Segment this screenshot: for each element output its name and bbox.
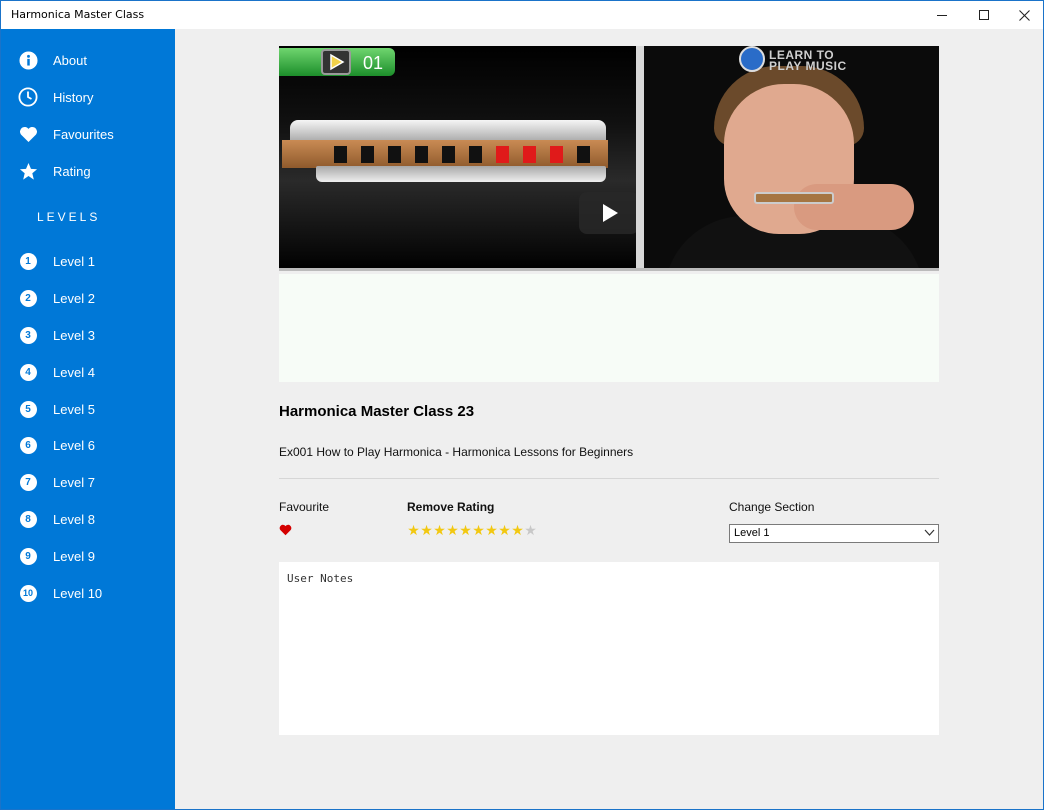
play-button[interactable]: [579, 192, 639, 234]
rating-star-icon[interactable]: ★: [524, 523, 537, 537]
learn-to-play-music-logo: LEARN TO PLAY MUSIC: [739, 46, 879, 72]
heart-icon: [279, 524, 292, 536]
rating-star-icon[interactable]: ★: [498, 523, 511, 537]
sidebar-item-level-7[interactable]: 7 Level 7: [1, 465, 175, 499]
sidebar-item-label: Level 3: [53, 328, 95, 343]
counter-play-icon: [321, 49, 351, 75]
sidebar-item-level-1[interactable]: 1 Level 1: [1, 244, 175, 278]
rating-stars[interactable]: ★ ★ ★ ★ ★ ★ ★ ★ ★ ★: [407, 523, 537, 537]
sidebar-item-level-5[interactable]: 5 Level 5: [1, 392, 175, 426]
video-left-pane: 01: [279, 46, 639, 271]
remove-rating-button[interactable]: Remove Rating: [407, 500, 494, 514]
minimize-button[interactable]: [919, 1, 965, 29]
minimize-icon: [937, 15, 947, 16]
sidebar-item-history[interactable]: History: [1, 80, 175, 114]
sidebar-item-level-6[interactable]: 6 Level 6: [1, 428, 175, 462]
rating-star-icon[interactable]: ★: [420, 523, 433, 537]
rating-star-icon[interactable]: ★: [446, 523, 459, 537]
favourite-toggle[interactable]: [279, 523, 292, 541]
clock-icon: [18, 87, 38, 107]
sidebar-item-label: Level 5: [53, 402, 95, 417]
sidebar-item-level-3[interactable]: 3 Level 3: [1, 318, 175, 352]
sidebar: About History Favourites Rating LEVELS 1…: [1, 29, 175, 809]
sidebar-item-label: Level 8: [53, 512, 95, 527]
video-right-pane: LEARN TO PLAY MUSIC: [644, 46, 939, 271]
lesson-description: Ex001 How to Play Harmonica - Harmonica …: [279, 445, 634, 459]
lesson-counter: 01: [279, 48, 395, 76]
user-notes-input[interactable]: [279, 562, 939, 735]
levels-heading: LEVELS: [37, 210, 101, 224]
sidebar-item-level-4[interactable]: 4 Level 4: [1, 355, 175, 389]
sidebar-item-rating[interactable]: Rating: [1, 154, 175, 188]
rating-star-icon[interactable]: ★: [433, 523, 446, 537]
sidebar-item-label: Level 1: [53, 254, 95, 269]
number-2-icon: 2: [18, 288, 38, 308]
rating-star-icon[interactable]: ★: [407, 523, 420, 537]
rating-star-icon[interactable]: ★: [472, 523, 485, 537]
harmonica-graphic: [282, 120, 610, 184]
sidebar-item-label: Level 2: [53, 291, 95, 306]
number-8-icon: 8: [18, 509, 38, 529]
number-6-icon: 6: [18, 435, 38, 455]
sidebar-item-about[interactable]: About: [1, 43, 175, 77]
presenter-image: [664, 66, 924, 271]
number-9-icon: 9: [18, 546, 38, 566]
info-icon: [18, 50, 38, 70]
sidebar-item-level-9[interactable]: 9 Level 9: [1, 539, 175, 573]
section-select[interactable]: Level 1: [729, 524, 939, 543]
section-select-value: Level 1: [734, 527, 770, 539]
sidebar-item-label: Level 4: [53, 365, 95, 380]
app-window: Harmonica Master Class About History Fav…: [0, 0, 1044, 810]
rating-star-icon[interactable]: ★: [511, 523, 524, 537]
number-10-icon: 10: [18, 583, 38, 603]
sidebar-item-label: Rating: [53, 164, 91, 179]
heart-icon: [18, 124, 38, 144]
sidebar-item-level-2[interactable]: 2 Level 2: [1, 281, 175, 315]
number-7-icon: 7: [18, 472, 38, 492]
lesson-title: Harmonica Master Class 23: [279, 403, 475, 420]
divider: [279, 478, 939, 479]
sidebar-item-level-10[interactable]: 10 Level 10: [1, 576, 175, 610]
title-bar: Harmonica Master Class: [1, 1, 1043, 29]
sidebar-item-label: Level 7: [53, 475, 95, 490]
rating-star-icon[interactable]: ★: [459, 523, 472, 537]
chevron-down-icon: [924, 527, 935, 541]
close-button[interactable]: [1001, 1, 1043, 29]
sidebar-item-label: History: [53, 90, 94, 105]
favourite-label: Favourite: [279, 500, 330, 514]
sidebar-item-label: Level 9: [53, 549, 95, 564]
sidebar-item-level-8[interactable]: 8 Level 8: [1, 502, 175, 536]
play-icon: [603, 204, 618, 222]
change-section-label: Change Section: [729, 500, 815, 514]
number-5-icon: 5: [18, 399, 38, 419]
sidebar-item-label: About: [53, 53, 87, 68]
sidebar-item-label: Level 10: [53, 586, 103, 601]
maximize-icon: [979, 10, 989, 20]
video-player[interactable]: 01 LEARN TO PLAY MUSIC: [279, 46, 939, 271]
number-4-icon: 4: [18, 362, 38, 382]
star-icon: [18, 161, 38, 181]
sidebar-item-label: Favourites: [53, 127, 114, 142]
number-1-icon: 1: [18, 251, 38, 271]
close-icon: [1018, 9, 1030, 21]
counter-number: 01: [363, 53, 384, 73]
sidebar-item-favourites[interactable]: Favourites: [1, 117, 175, 151]
main-content: 01 LEARN TO PLAY MUSIC Harmonica Master …: [175, 29, 1043, 809]
window-title: Harmonica Master Class: [11, 8, 145, 21]
sidebar-item-label: Level 6: [53, 438, 95, 453]
rating-star-icon[interactable]: ★: [485, 523, 498, 537]
number-3-icon: 3: [18, 325, 38, 345]
video-info-panel: [279, 274, 939, 382]
